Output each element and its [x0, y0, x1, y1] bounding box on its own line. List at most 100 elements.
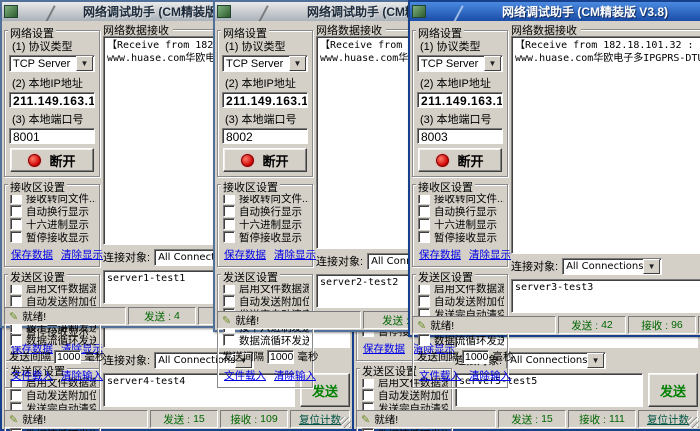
status-ready-segment: ✎ 就绪!: [412, 316, 556, 334]
disconnect-button[interactable]: 断开: [223, 148, 307, 172]
send-input-box[interactable]: server3-test3: [511, 279, 700, 313]
network-data-receive-header: 网络数据接收: [511, 23, 700, 36]
checkbox-auto-send-append[interactable]: 自动发送附加位: [416, 295, 504, 307]
clear-display-link[interactable]: 清除显示: [469, 247, 511, 262]
file-load-link[interactable]: 文件载入: [419, 368, 461, 383]
checkbox-auto-linewrap[interactable]: 自动换行显示: [8, 205, 96, 217]
send-interval-field[interactable]: 1000: [54, 350, 81, 364]
disconnect-button[interactable]: 断开: [418, 148, 502, 172]
chevron-down-icon[interactable]: ▼: [484, 56, 501, 71]
local-port-label: (3) 本地端口号: [8, 110, 96, 128]
group-receive-settings: 接收区设置 接收转向文件... 自动换行显示 十六进制显示 暂停接收显示: [217, 184, 313, 267]
checkbox-pause-receive[interactable]: 暂停接收显示: [221, 231, 309, 243]
local-ip-label: (2) 本地IP地址: [221, 74, 309, 92]
protocol-select[interactable]: TCP Server ▼: [417, 55, 503, 72]
clear-input-link[interactable]: 清除输入: [274, 368, 316, 383]
checkbox-icon: [10, 205, 22, 217]
group-network-settings: 网络设置 (1) 协议类型 TCP Server ▼ (2) 本地IP地址 21…: [4, 30, 100, 177]
send-button[interactable]: 发送: [648, 373, 698, 407]
group-receive-settings-label: 接收区设置: [416, 179, 475, 195]
sent-count-value: 4: [174, 310, 180, 322]
status-received-segment: 接收 : 96: [628, 316, 696, 334]
connection-target-select[interactable]: All Connections ▼: [506, 352, 606, 369]
send-interval-label: 发送间隔: [417, 349, 459, 364]
settings-column: 网络设置 (1) 协议类型 TCP Server ▼ (2) 本地IP地址 21…: [217, 23, 313, 310]
local-port-field[interactable]: 8002: [222, 128, 308, 144]
receive-data-box[interactable]: 【Receive from 182.18.101.32 : 28613】: ww…: [511, 36, 700, 254]
received-count-label: 接收 :: [641, 318, 668, 333]
status-ready-segment: ✎ 就绪!: [217, 311, 361, 329]
send-interval-field[interactable]: 1000: [462, 350, 489, 364]
checkbox-auto-linewrap[interactable]: 自动换行显示: [221, 205, 309, 217]
checkbox-loop-send[interactable]: 数据流循环发送: [416, 334, 504, 346]
clear-display-link[interactable]: 清除显示: [61, 247, 103, 262]
chevron-down-icon[interactable]: ▼: [587, 353, 604, 368]
window-server3[interactable]: 网络调试助手 (CM精装版 V3.8) 网络设置 (1) 协议类型 TCP Se…: [408, 0, 700, 337]
resize-grip[interactable]: [340, 417, 351, 428]
save-data-link[interactable]: 保存数据: [419, 247, 461, 262]
received-count-label: 接收 :: [230, 412, 257, 427]
send-interval-field[interactable]: 1000: [267, 350, 294, 364]
local-port-label: (3) 本地端口号: [221, 110, 309, 128]
checkbox-auto-send-append[interactable]: 自动发送附加位: [8, 389, 96, 401]
send-interval-row: 发送间隔 1000 毫秒: [222, 349, 309, 364]
checkbox-hex-display[interactable]: 十六进制显示: [8, 218, 96, 230]
checkbox-pause-receive[interactable]: 暂停接收显示: [8, 231, 96, 243]
protocol-select-value: TCP Server: [223, 58, 289, 70]
reset-count-link[interactable]: 复位计数: [647, 412, 689, 427]
save-data-link[interactable]: 保存数据: [11, 247, 53, 262]
chevron-down-icon[interactable]: ▼: [643, 259, 660, 274]
chevron-down-icon[interactable]: ▼: [76, 56, 93, 71]
clear-input-link[interactable]: 清除输入: [61, 368, 103, 383]
file-load-link[interactable]: 文件载入: [11, 368, 53, 383]
group-network-settings-label: 网络设置: [416, 25, 464, 41]
status-pencil-icon: ✎: [361, 413, 370, 426]
protocol-select[interactable]: TCP Server ▼: [9, 55, 95, 72]
save-data-link[interactable]: 保存数据: [363, 341, 405, 356]
local-port-field[interactable]: 8003: [417, 128, 503, 144]
local-ip-field[interactable]: 211.149.163.11: [417, 92, 503, 108]
checkbox-auto-send-append[interactable]: 自动发送附加位: [221, 295, 309, 307]
connection-target-select[interactable]: All Connections ▼: [562, 258, 662, 275]
sent-count-label: 发送 :: [382, 313, 409, 328]
resize-grip[interactable]: [688, 417, 699, 428]
status-sent-segment: 发送 : 42: [558, 316, 626, 334]
group-network-settings-label: 网络设置: [221, 25, 269, 41]
settings-column: 网络设置 (1) 协议类型 TCP Server ▼ (2) 本地IP地址 21…: [412, 23, 508, 315]
disconnect-status-icon: [241, 154, 254, 167]
status-bar: ✎ 就绪! 发送 : 15 接收 : 111 复位计数: [354, 409, 700, 429]
reset-count-link[interactable]: 复位计数: [299, 412, 341, 427]
checkbox-auto-send-append[interactable]: 自动发送附加位: [360, 389, 448, 401]
group-receive-settings-label: 接收区设置: [221, 179, 280, 195]
file-load-link[interactable]: 文件载入: [224, 368, 266, 383]
checkbox-loop-send[interactable]: 数据流循环发送: [8, 334, 96, 346]
protocol-select-value: TCP Server: [10, 58, 76, 70]
received-count-value: 111: [609, 413, 625, 425]
send-interval-unit: 毫秒: [84, 349, 105, 364]
desktop-stage: 网络调试助手 (CM精装版 V3.8) 网络设置 (1) 协议类型 TCP Se…: [0, 0, 700, 431]
checkbox-icon: [223, 218, 235, 230]
receive-links-row: 保存数据 清除显示: [8, 244, 96, 263]
group-receive-settings-label: 接收区设置: [8, 179, 67, 195]
group-send-settings: 发送区设置 启用文件数据源... 自动发送附加位 发送完自动清空 按十六进制发送: [4, 274, 100, 388]
local-ip-field[interactable]: 211.149.163.11: [222, 92, 308, 108]
status-ready-text: 就绪!: [430, 318, 454, 333]
clear-input-link[interactable]: 清除输入: [469, 368, 511, 383]
send-links-row: 文件载入 清除输入: [221, 365, 309, 384]
window-titlebar[interactable]: 网络调试助手 (CM精装版 V3.8): [410, 2, 700, 21]
protocol-select[interactable]: TCP Server ▼: [222, 55, 308, 72]
chevron-down-icon[interactable]: ▼: [289, 56, 306, 71]
save-data-link[interactable]: 保存数据: [224, 247, 266, 262]
checkbox-hex-display[interactable]: 十六进制显示: [416, 218, 504, 230]
disconnect-button[interactable]: 断开: [10, 148, 94, 172]
checkbox-icon: [10, 231, 22, 243]
status-received-segment: 接收 : 109: [220, 410, 288, 428]
clear-display-link[interactable]: 清除显示: [274, 247, 316, 262]
checkbox-auto-linewrap[interactable]: 自动换行显示: [416, 205, 504, 217]
checkbox-loop-send[interactable]: 数据流循环发送: [221, 334, 309, 346]
checkbox-pause-receive[interactable]: 暂停接收显示: [416, 231, 504, 243]
checkbox-hex-display[interactable]: 十六进制显示: [221, 218, 309, 230]
local-port-field[interactable]: 8001: [9, 128, 95, 144]
checkbox-icon: [10, 218, 22, 230]
local-ip-field[interactable]: 211.149.163.11: [9, 92, 95, 108]
